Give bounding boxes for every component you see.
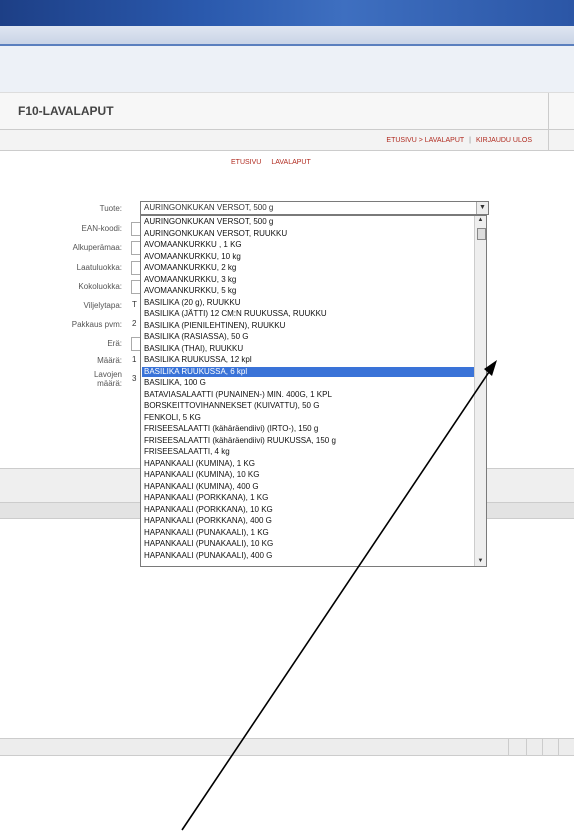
annotation-arrow: [181, 360, 497, 831]
arrow-head-icon: [484, 360, 497, 376]
